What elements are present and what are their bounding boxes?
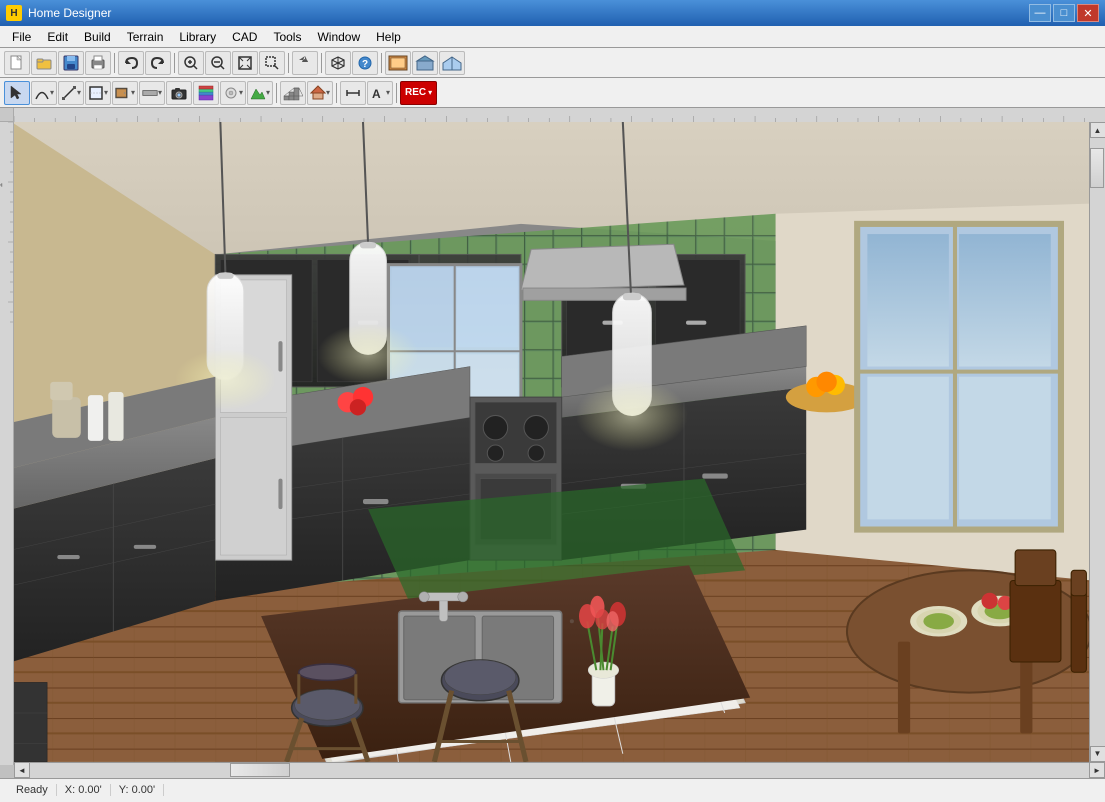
svg-text:?: ? xyxy=(362,59,368,70)
dimension-tool[interactable] xyxy=(340,81,366,105)
open-button[interactable] xyxy=(31,51,57,75)
status-ready: Ready xyxy=(8,784,57,796)
ruler-corner xyxy=(0,108,14,122)
canvas-area: ▲ ▼ ◄ ► xyxy=(14,108,1105,778)
ruler-vertical: 1 xyxy=(0,122,14,765)
scroll-down-button[interactable]: ▼ xyxy=(1090,746,1105,762)
separator-1 xyxy=(114,53,115,73)
status-bar: Ready X: 0.00' Y: 0.00' xyxy=(0,778,1105,802)
annotation-tool[interactable]: A ▾ xyxy=(367,81,393,105)
maximize-button[interactable]: □ xyxy=(1053,4,1075,22)
material-tool[interactable] xyxy=(193,81,219,105)
menu-bar: File Edit Build Terrain Library CAD Tool… xyxy=(0,26,1105,48)
select-tool[interactable] xyxy=(4,81,30,105)
content-wrapper: 1 xyxy=(0,108,1105,802)
scroll-right-button[interactable]: ► xyxy=(1089,762,1105,778)
menu-file[interactable]: File xyxy=(4,26,39,47)
save-button[interactable] xyxy=(58,51,84,75)
menu-library[interactable]: Library xyxy=(171,26,224,47)
svg-text:1: 1 xyxy=(0,183,4,187)
interior-view-button[interactable] xyxy=(439,51,465,75)
status-x: X: 0.00' xyxy=(57,784,111,796)
wall-tool[interactable]: ▾ xyxy=(139,81,165,105)
menu-window[interactable]: Window xyxy=(309,26,368,47)
undo-button[interactable] xyxy=(118,51,144,75)
zoom-fit-button[interactable] xyxy=(232,51,258,75)
scroll-track-v[interactable] xyxy=(1090,138,1105,746)
redo-button[interactable] xyxy=(145,51,171,75)
scrollbar-vertical[interactable]: ▲ ▼ xyxy=(1089,122,1105,762)
roof-tool[interactable]: ▾ xyxy=(307,81,333,105)
close-button[interactable]: ✕ xyxy=(1077,4,1099,22)
separator-t2-3 xyxy=(396,83,397,103)
door-tool[interactable]: ▾ xyxy=(112,81,138,105)
scrollbar-horizontal[interactable]: ◄ ► xyxy=(14,762,1105,778)
exterior-view-button[interactable] xyxy=(412,51,438,75)
scroll-thumb-v[interactable] xyxy=(1090,148,1104,188)
stair-tool[interactable] xyxy=(280,81,306,105)
3d-canvas[interactable] xyxy=(14,122,1089,762)
new-button[interactable] xyxy=(4,51,30,75)
separator-4 xyxy=(321,53,322,73)
window-controls: — □ ✕ xyxy=(1029,4,1099,22)
print-button[interactable] xyxy=(85,51,111,75)
separator-t2-2 xyxy=(336,83,337,103)
record-button[interactable]: REC ▾ xyxy=(400,81,437,105)
menu-terrain[interactable]: Terrain xyxy=(119,26,172,47)
scroll-left-button[interactable]: ◄ xyxy=(14,762,30,778)
separator-5 xyxy=(381,53,382,73)
separator-t2-1 xyxy=(276,83,277,103)
menu-build[interactable]: Build xyxy=(76,26,119,47)
app-icon: H xyxy=(6,5,22,21)
separator-3 xyxy=(288,53,289,73)
scroll-thumb-h[interactable] xyxy=(230,763,290,777)
zoom-out-button[interactable] xyxy=(205,51,231,75)
help-button[interactable]: ? xyxy=(352,51,378,75)
title-bar: H Home Designer — □ ✕ xyxy=(0,0,1105,26)
pan-button[interactable] xyxy=(292,51,318,75)
line-tool[interactable]: ▾ xyxy=(58,81,84,105)
minimize-button[interactable]: — xyxy=(1029,4,1051,22)
window-title: Home Designer xyxy=(28,6,1029,20)
status-y: Y: 0.00' xyxy=(111,784,164,796)
separator-2 xyxy=(174,53,175,73)
left-panel: 1 xyxy=(0,108,14,778)
3d-view-button[interactable] xyxy=(325,51,351,75)
svg-text:A: A xyxy=(372,86,381,100)
arc-tool[interactable]: ▾ xyxy=(31,81,57,105)
menu-tools[interactable]: Tools xyxy=(265,26,309,47)
scroll-up-button[interactable]: ▲ xyxy=(1090,122,1105,138)
main-with-scrollbar: 1 xyxy=(0,108,1105,778)
terrain-tool[interactable]: ▾ xyxy=(247,81,273,105)
toolbar-1: ? xyxy=(0,48,1105,78)
canvas-with-scrollbar: ▲ ▼ xyxy=(14,122,1105,762)
room-tool[interactable]: ▾ xyxy=(85,81,111,105)
menu-cad[interactable]: CAD xyxy=(224,26,265,47)
toolbar-2: ▾ ▾ ▾ ▾ ▾ ▾ ▾ ▾ A ▾ xyxy=(0,78,1105,108)
menu-help[interactable]: Help xyxy=(368,26,409,47)
floor-plan-button[interactable] xyxy=(385,51,411,75)
fixture-tool[interactable]: ▾ xyxy=(220,81,246,105)
ruler-horizontal xyxy=(14,108,1105,122)
menu-edit[interactable]: Edit xyxy=(39,26,76,47)
camera-tool[interactable] xyxy=(166,81,192,105)
zoom-in-button[interactable] xyxy=(178,51,204,75)
zoom-box-button[interactable] xyxy=(259,51,285,75)
scroll-track-h[interactable] xyxy=(30,763,1089,778)
